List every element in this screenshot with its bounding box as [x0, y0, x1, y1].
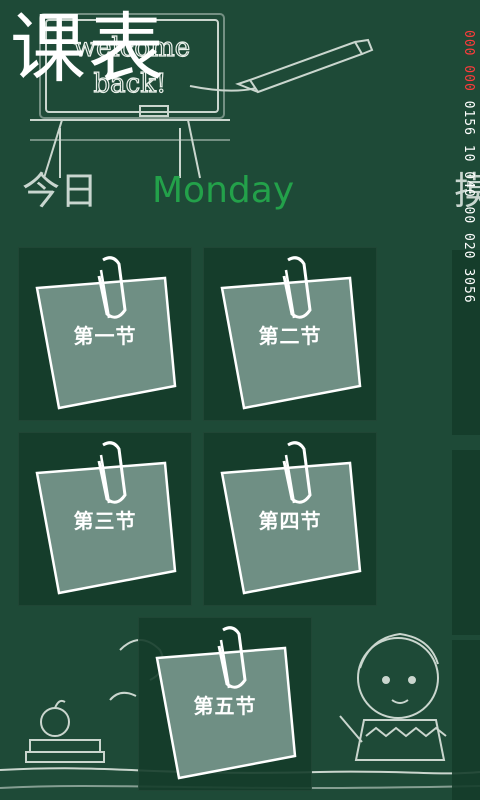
- tile-label: 第五节: [193, 694, 257, 718]
- tile-label: 第一节: [73, 324, 137, 348]
- class-tile-2[interactable]: 第二节: [203, 247, 377, 421]
- class-tile-3[interactable]: 第三节: [18, 432, 192, 606]
- pivot-header: 今日 Monday 摸: [0, 165, 480, 217]
- status-values: 0156 10 040 00 020 3056: [461, 100, 476, 304]
- tile-label: 第二节: [258, 324, 322, 348]
- app-title: 课表: [10, 4, 166, 93]
- next-page-tile-preview[interactable]: [452, 640, 480, 800]
- system-status-bar: 000 000 0156 10 040 00 020 3056: [461, 30, 480, 400]
- tile-label: 第四节: [258, 509, 322, 533]
- status-text: 000 000 0156 10 040 00 020 3056: [461, 30, 476, 304]
- next-page-tile-preview[interactable]: [452, 450, 480, 635]
- tile-label: 第三节: [73, 509, 137, 533]
- pivot-item-today[interactable]: 今日: [22, 165, 98, 217]
- class-tile-4[interactable]: 第四节: [203, 432, 377, 606]
- pivot-item-monday[interactable]: Monday: [152, 165, 294, 217]
- signal-indicator: 000 000: [461, 30, 476, 92]
- class-tile-5[interactable]: 第五节: [138, 617, 312, 791]
- class-tile-1[interactable]: 第一节: [18, 247, 192, 421]
